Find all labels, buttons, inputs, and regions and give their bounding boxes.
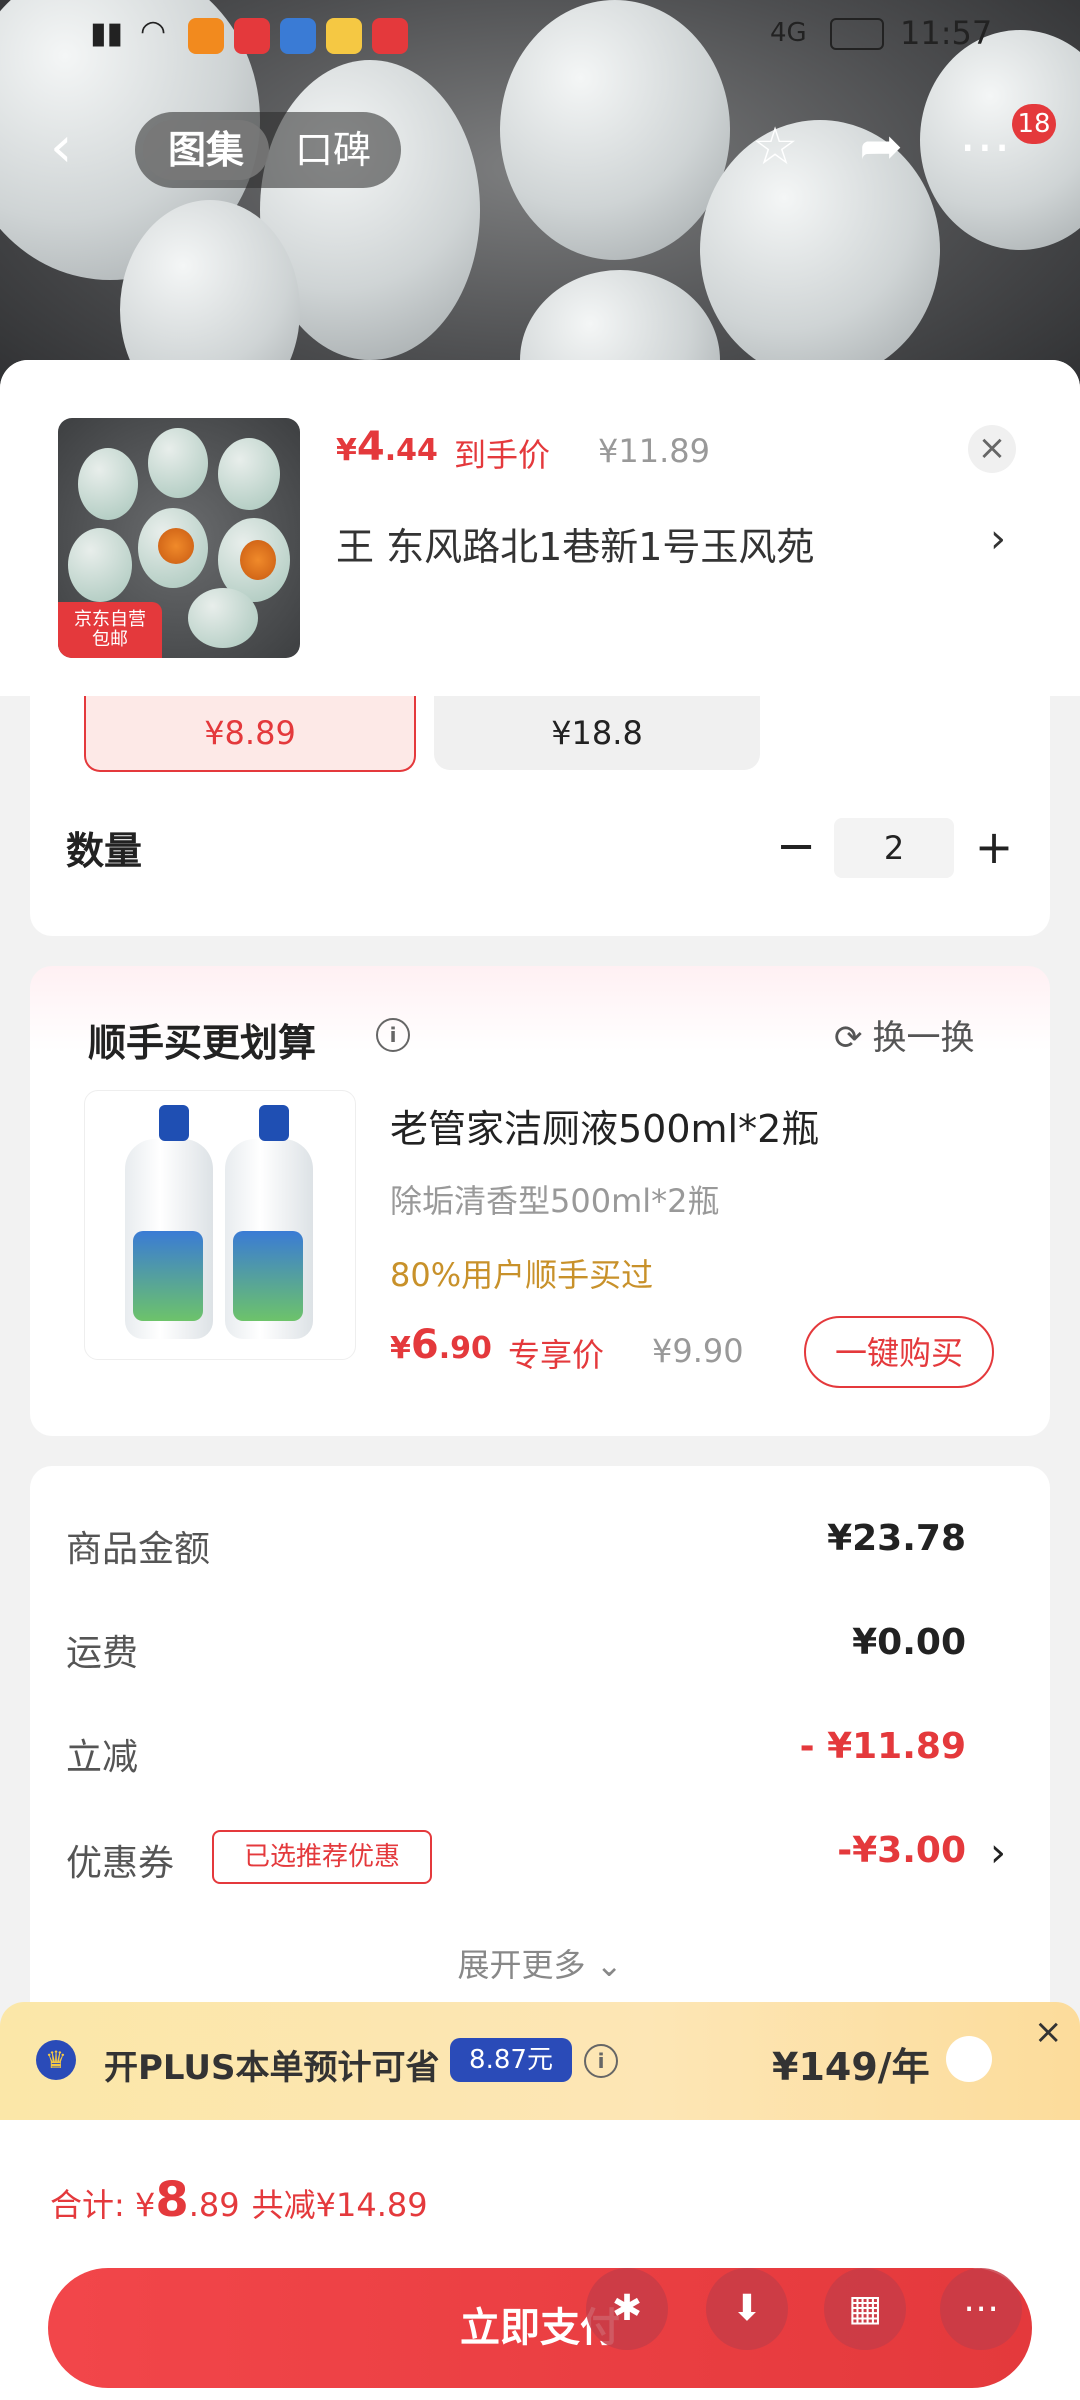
battery-icon: [830, 18, 884, 50]
crown-icon: ♛: [36, 2040, 76, 2080]
summary-row-label: 商品金额: [66, 1529, 211, 1570]
upsell-title: 顺手买更划算: [88, 1021, 317, 1065]
option-alternative[interactable]: ¥18.8: [434, 696, 760, 770]
sparkle-icon: ✱: [611, 2288, 643, 2329]
upsell-price-label: 专享价: [508, 1336, 605, 1374]
wifi-icon: ◠: [140, 14, 167, 49]
plus-select-radio[interactable]: [946, 2036, 992, 2082]
app-notification-icon: [326, 18, 362, 54]
tab-reviews[interactable]: 口碑: [271, 120, 395, 180]
info-icon[interactable]: i: [376, 1018, 410, 1052]
quantity-decrease-button[interactable]: −: [776, 818, 816, 878]
info-icon[interactable]: i: [584, 2044, 618, 2078]
close-sheet-button[interactable]: ×: [968, 425, 1016, 473]
clock: 11:57: [900, 14, 993, 52]
app-notification-icon: [372, 18, 408, 54]
star-icon: ☆: [751, 117, 799, 177]
option-selected[interactable]: ¥8.89: [84, 696, 416, 772]
upsell-product-image[interactable]: [84, 1090, 356, 1360]
coupon-recommended-tag[interactable]: 已选推荐优惠: [212, 1830, 432, 1884]
upsell-original-price: ¥9.90: [652, 1332, 744, 1370]
favorite-button[interactable]: ☆: [740, 112, 810, 182]
final-price-label: 到手价: [454, 436, 551, 474]
chevron-right-icon[interactable]: ›: [990, 516, 1006, 562]
signal-icon: ▮▮: [90, 16, 124, 51]
quantity-label: 数量: [66, 829, 143, 873]
summary-row-label: 运费: [66, 1633, 139, 1674]
jd-self-operated-badge: 京东自营 包邮: [58, 602, 162, 658]
summary-row-label: 立减: [66, 1737, 139, 1778]
final-price: ¥4.44: [336, 424, 438, 470]
upsell-product-name[interactable]: 老管家洁厕液500ml*2瓶: [390, 1098, 819, 1153]
floating-more-button[interactable]: ⋯: [940, 2268, 1022, 2350]
plus-saving-badge: 8.87元: [450, 2038, 572, 2082]
swap-button[interactable]: ⟳ 换一换: [834, 1010, 975, 1059]
quantity-input[interactable]: 2: [834, 818, 954, 878]
summary-row-value: ¥23.78: [827, 1518, 966, 1559]
order-total: 合计: ¥8.89 共减¥14.89: [50, 2172, 428, 2228]
share-button[interactable]: ➦: [846, 112, 916, 182]
floating-assist-button[interactable]: ✱: [586, 2268, 668, 2350]
chevron-down-icon: ⌄: [585, 1946, 623, 1984]
upsell-price: ¥6.90: [390, 1322, 492, 1368]
plus-promo-text: 开PLUS本单预计可省: [104, 2048, 440, 2088]
chevron-left-icon: ‹: [50, 115, 73, 180]
more-button[interactable]: ⋯: [950, 112, 1020, 182]
expand-more-button[interactable]: 展开更多 ⌄: [0, 1940, 1080, 1986]
back-button[interactable]: ‹: [50, 118, 100, 178]
original-price: ¥11.89: [598, 432, 710, 470]
more-dots-icon: ⋯: [959, 117, 1011, 177]
summary-row-value: - ¥11.89: [799, 1726, 966, 1767]
quantity-increase-button[interactable]: +: [972, 818, 1016, 878]
app-notification-icon: [280, 18, 316, 54]
cart-count-badge: 18: [1012, 104, 1056, 144]
one-click-buy-button[interactable]: 一键购买: [804, 1316, 994, 1388]
summary-row-value: ¥0.00: [852, 1622, 966, 1663]
coupon-value[interactable]: -¥3.00: [837, 1830, 966, 1871]
chevron-right-icon[interactable]: ›: [990, 1830, 1006, 1876]
floating-download-button[interactable]: ⬇: [706, 2268, 788, 2350]
floating-grid-button[interactable]: ▦: [824, 2268, 906, 2350]
tab-gallery[interactable]: 图集: [143, 120, 269, 180]
grid-icon: ▦: [847, 2288, 882, 2329]
refresh-icon: ⟳: [834, 1018, 863, 1058]
summary-row-label: 优惠券: [66, 1843, 175, 1884]
delivery-address[interactable]: 王 东风路北1巷新1号玉风苑: [336, 516, 814, 571]
more-dots-icon: ⋯: [963, 2288, 999, 2329]
tmall-notification-icon: [234, 18, 270, 54]
upsell-social-proof: 80%用户顺手买过: [390, 1256, 654, 1294]
app-notification-icon: [188, 18, 224, 54]
close-icon[interactable]: ×: [1034, 2012, 1063, 2052]
close-icon: ×: [977, 428, 1007, 468]
status-bar: ▮▮ ◠ 4G 11:57: [0, 0, 1080, 70]
share-icon: ➦: [859, 117, 903, 177]
download-icon: ⬇: [731, 2288, 763, 2329]
media-tabs: 图集 口碑: [135, 112, 401, 188]
network-indicator: 4G: [770, 18, 807, 48]
plus-annual-price: ¥149/年: [772, 2045, 930, 2089]
upsell-product-spec: 除垢清香型500ml*2瓶: [390, 1182, 720, 1220]
